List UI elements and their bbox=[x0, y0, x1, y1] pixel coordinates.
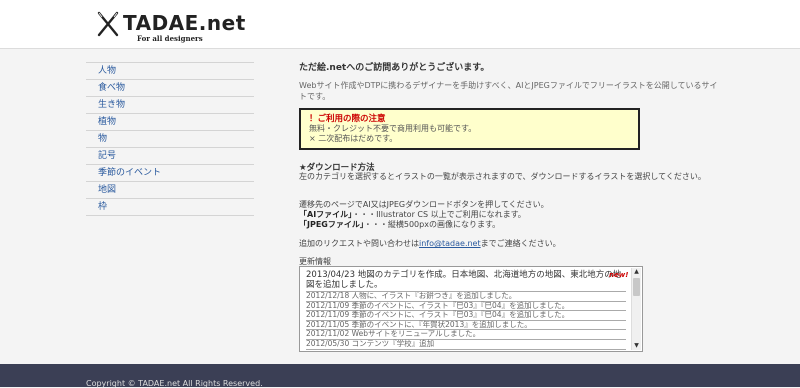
update-latest-text: 2013/04/23 地図のカテゴリを作成。日本地図、北海道地方の地図、東北地方… bbox=[306, 270, 622, 290]
contact-line: 追加のリクエストや問い合わせはinfo@tadae.netまでご連絡ください。 bbox=[299, 238, 561, 249]
site-logo[interactable]: TADAE.net For all designers bbox=[96, 11, 256, 45]
update-item: 2012/05/30 コンテンツ『学校』追加 bbox=[306, 339, 626, 350]
update-item-latest: 2013/04/23 地図のカテゴリを作成。日本地図、北海道地方の地図、東北地方… bbox=[306, 270, 629, 292]
welcome-heading: ただ絵.netへのご訪問ありがとうございます。 bbox=[299, 63, 490, 73]
new-badge: new! bbox=[609, 271, 629, 279]
sidebar-item-people[interactable]: 人物 bbox=[86, 62, 254, 79]
scroll-down-arrow-icon[interactable]: ▼ bbox=[632, 342, 641, 350]
crossed-pens-icon bbox=[97, 11, 119, 37]
usage-notice-box: ！ご利用の際の注意 無料・クレジット不要で商用利用も可能です。 × 二次配布はだ… bbox=[299, 108, 640, 150]
sidebar-item-plants[interactable]: 植物 bbox=[86, 113, 254, 130]
sidebar-item-objects[interactable]: 物 bbox=[86, 130, 254, 147]
sidebar-item-symbols[interactable]: 記号 bbox=[86, 147, 254, 164]
sidebar-item-food[interactable]: 食べ物 bbox=[86, 79, 254, 96]
file-format-info: 「AIファイル」・・・Illustrator CS 以上でご利用になれます。 「… bbox=[299, 210, 526, 230]
ai-file-label: 「AIファイル」 bbox=[299, 210, 353, 219]
contact-email-link[interactable]: info@tadae.net bbox=[419, 239, 481, 248]
logo-text: TADAE.net bbox=[123, 11, 246, 35]
notice-line-commercial: 無料・クレジット不要で商用利用も可能です。 bbox=[309, 124, 477, 133]
updates-scrollbar[interactable]: ▲ ▼ bbox=[631, 268, 641, 350]
jpeg-file-info: 「JPEGファイル」・・・縦横500pxの画像になります。 bbox=[299, 220, 526, 230]
scroll-up-arrow-icon[interactable]: ▲ bbox=[632, 268, 641, 276]
sidebar-item-maps[interactable]: 地図 bbox=[86, 181, 254, 198]
ai-file-info: 「AIファイル」・・・Illustrator CS 以上でご利用になれます。 bbox=[299, 210, 526, 220]
intro-text: Webサイト作成やDTPに携わるデザイナーを手助けすべく、AIとJPEGファイル… bbox=[299, 81, 718, 101]
notice-title: ！ご利用の際の注意 bbox=[309, 114, 386, 124]
jpeg-file-label: 「JPEGファイル」 bbox=[299, 220, 364, 229]
updates-list: 2013/04/23 地図のカテゴリを作成。日本地図、北海道地方の地図、東北地方… bbox=[306, 270, 629, 350]
contact-suffix: までご連絡ください。 bbox=[480, 239, 561, 248]
updates-box[interactable]: 2013/04/23 地図のカテゴリを作成。日本地図、北海道地方の地図、東北地方… bbox=[299, 266, 643, 352]
ai-file-desc: ・・・Illustrator CS 以上でご利用になれます。 bbox=[352, 210, 526, 219]
sidebar-item-seasonal-events[interactable]: 季節のイベント bbox=[86, 164, 254, 181]
scroll-thumb[interactable] bbox=[633, 278, 640, 296]
notice-line-redistribution: × 二次配布はだめです。 bbox=[309, 134, 398, 143]
download-instructions-2: 遷移先のページでAI又はJPEGダウンロードボタンを押してください。 bbox=[299, 200, 549, 209]
sidebar-item-frames[interactable]: 枠 bbox=[86, 198, 254, 216]
site-footer: Copyright © TADAE.net All Rights Reserve… bbox=[0, 364, 800, 388]
logo-tagline: For all designers bbox=[137, 34, 203, 43]
download-instructions: 左のカテゴリを選択するとイラストの一覧が表示されますので、ダウンロードするイラス… bbox=[299, 172, 706, 181]
sidebar-item-creatures[interactable]: 生き物 bbox=[86, 96, 254, 113]
site-header: TADAE.net For all designers bbox=[0, 0, 800, 49]
contact-prefix: 追加のリクエストや問い合わせは bbox=[299, 239, 419, 248]
jpeg-file-desc: ・・・縦横500pxの画像になります。 bbox=[363, 220, 501, 229]
category-sidebar: 人物 食べ物 生き物 植物 物 記号 季節のイベント 地図 枠 bbox=[86, 62, 254, 216]
